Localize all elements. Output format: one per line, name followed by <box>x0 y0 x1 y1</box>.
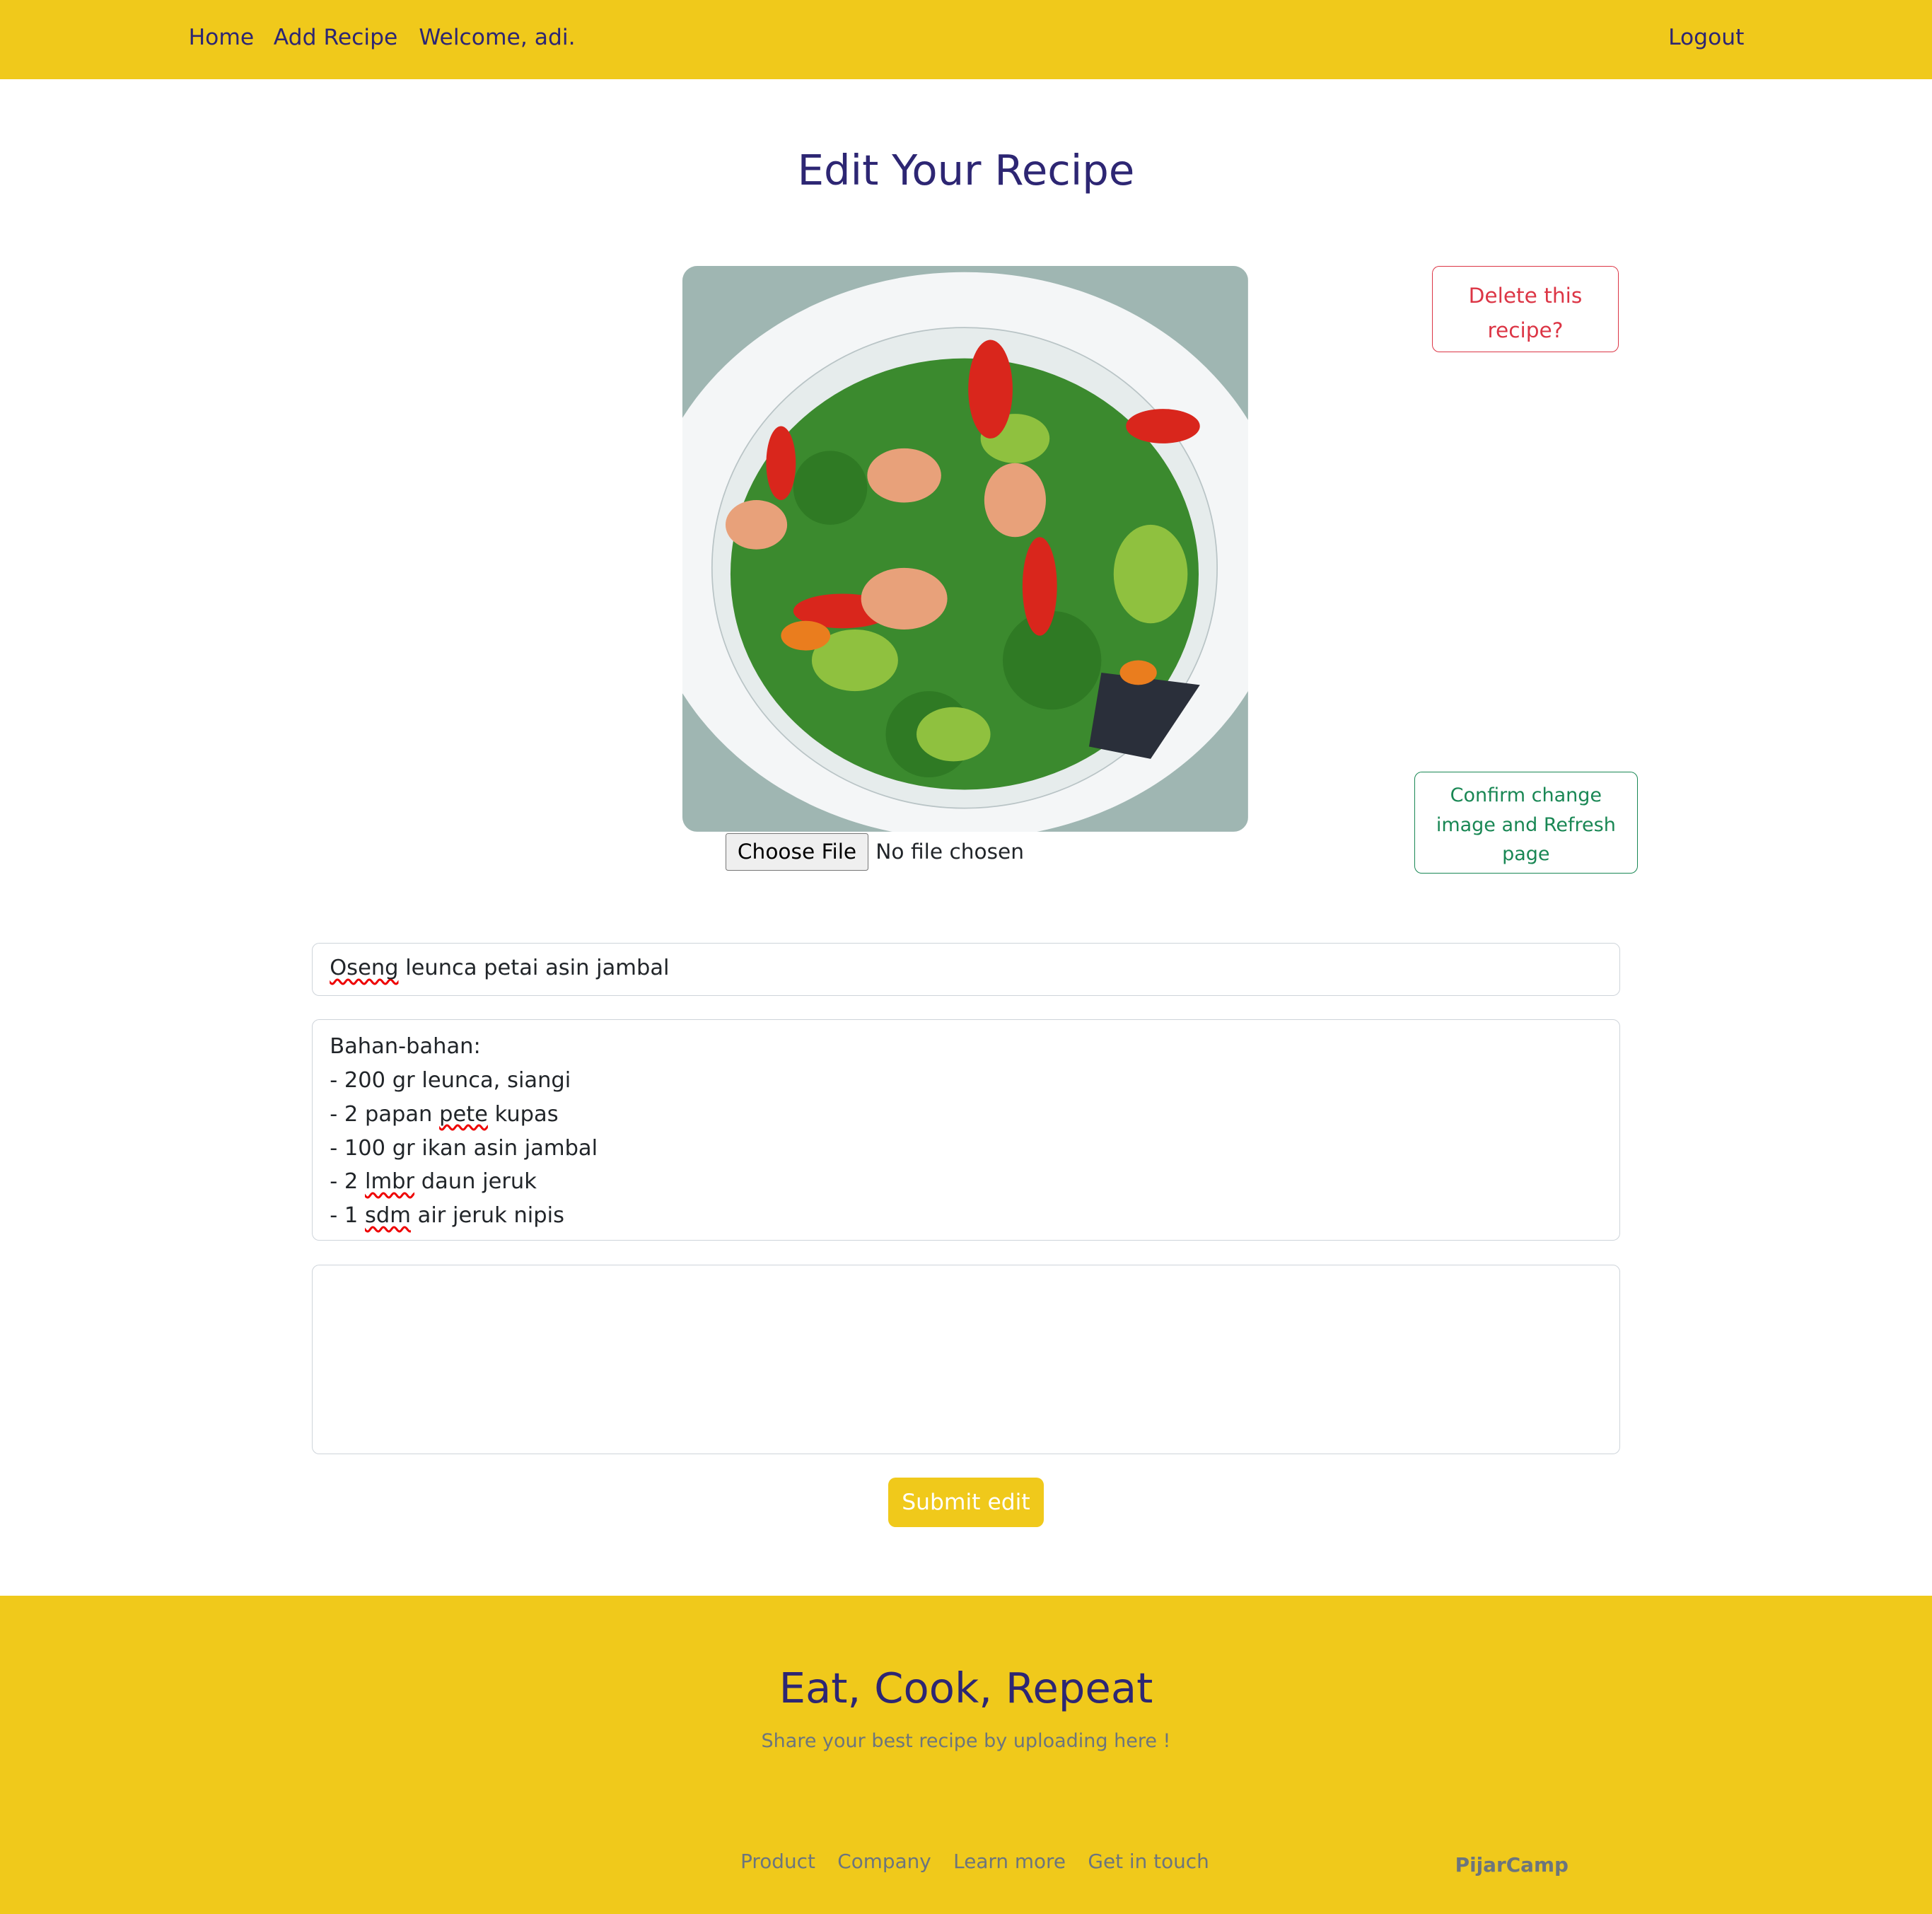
ingredient-line: - 2 papan pete kupas <box>330 1101 559 1127</box>
nav-home-link[interactable]: Home <box>189 25 255 50</box>
ingredient-line: - 1 sdm air jeruk nipis <box>330 1203 564 1229</box>
ingredient-line: Bahan-bahan: <box>330 1033 481 1059</box>
footer-link-learn-more[interactable]: Learn more <box>953 1850 1066 1873</box>
footer-link-company[interactable]: Company <box>837 1850 931 1873</box>
title-rest: leunca petai asin jambal <box>398 956 670 981</box>
confirm-change-image-button[interactable]: Confirm change image and Refresh page <box>1414 771 1638 874</box>
delete-recipe-button[interactable]: Delete this recipe? <box>1431 266 1619 353</box>
navbar: Home Add Recipe Welcome, adi. Logout <box>0 0 1932 79</box>
footer-subtitle: Share your best recipe by uploading here… <box>761 1730 1171 1753</box>
ingredients-textarea[interactable]: Bahan-bahan: - 200 gr leunca, siangi - 2 p… <box>311 1019 1621 1241</box>
ingredient-line: - 2 lmbr daun jeruk <box>330 1169 537 1195</box>
footer-link-get-in-touch[interactable]: Get in touch <box>1088 1850 1209 1873</box>
footer: Eat, Cook, Repeat Share your best recipe… <box>0 1596 1932 1914</box>
file-status: No file chosen <box>875 840 1025 864</box>
footer-title: Eat, Cook, Repeat <box>779 1664 1153 1713</box>
nav-logout-link[interactable]: Logout <box>1668 25 1744 50</box>
recipe-title-input[interactable]: Oseng leunca petai asin jambal <box>311 942 1621 996</box>
recipe-image <box>682 266 1248 833</box>
submit-edit-button[interactable]: Submit edit <box>888 1478 1044 1527</box>
image-file-input[interactable]: Choose File No file chosen <box>726 833 1024 871</box>
title-word: Oseng <box>330 956 399 981</box>
choose-file-button[interactable]: Choose File <box>726 833 868 871</box>
nav-welcome-text: Welcome, adi. <box>419 24 576 50</box>
footer-brand: PijarCamp <box>1455 1853 1569 1877</box>
ingredient-line: - 200 gr leunca, siangi <box>330 1067 571 1093</box>
footer-link-product[interactable]: Product <box>740 1850 815 1873</box>
nav-add-recipe-link[interactable]: Add Recipe <box>274 25 398 50</box>
steps-textarea[interactable] <box>311 1264 1621 1454</box>
page-title: Edit Your Recipe <box>797 145 1135 195</box>
ingredient-line: - 100 gr ikan asin jambal <box>330 1135 598 1161</box>
